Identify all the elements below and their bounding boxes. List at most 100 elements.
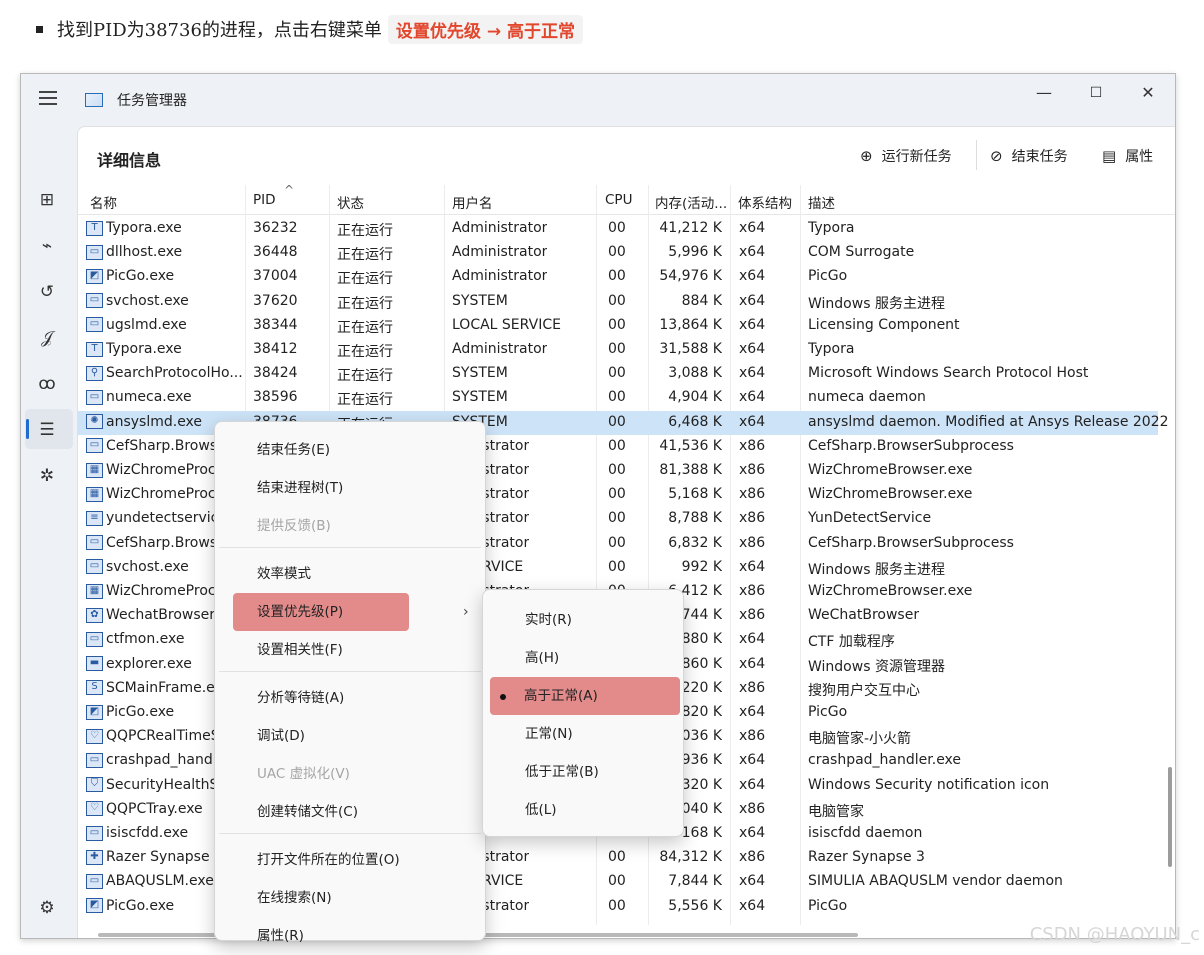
process-icon: ⚲ [86, 365, 103, 381]
cell-state: 正在运行 [337, 271, 393, 288]
cell-arch: x64 [739, 897, 766, 914]
cell-desc: SIMULIA ABAQUSLM vendor daemon [808, 873, 1063, 890]
cell-arch: x86 [739, 583, 766, 599]
column-header-pid[interactable]: PID [253, 192, 276, 208]
cell-cpu: 00 [608, 413, 626, 430]
menu-item[interactable]: 结束进程树(T) [223, 469, 477, 507]
cell-user: Administrator [452, 341, 548, 357]
priority-option[interactable]: 低于正常(B) [491, 753, 677, 791]
cell-pid: 36448 [253, 244, 298, 261]
cell-arch: x64 [739, 752, 766, 769]
cell-desc: YunDetectService [808, 510, 932, 527]
process-icon: ◩ [86, 898, 103, 914]
menu-item[interactable]: 结束任务(E) [223, 431, 477, 469]
cell-arch: x64 [739, 873, 766, 890]
table-row[interactable]: ▭ numeca.exe 38596 正在运行 SYSTEM 00 4,904 K x64 nu… [78, 386, 1158, 410]
menu-item[interactable]: 在线搜索(N) [223, 879, 477, 917]
cell-mem: 13,864 K [659, 316, 722, 333]
cell-mem: 992 K [681, 558, 722, 575]
priority-option[interactable]: 高(H) [491, 639, 677, 677]
table-row[interactable]: ▭ ugslmd.exe 38344 正在运行 LOCAL SERVICE 00 13,86… [78, 314, 1158, 338]
column-header-name[interactable]: 名称 [90, 192, 117, 212]
menu-item[interactable]: 效率模式 [223, 555, 477, 593]
vertical-scrollbar[interactable] [1168, 767, 1172, 867]
column-header-description[interactable]: 描述 [808, 192, 835, 212]
process-name: PicGo.exe [106, 704, 175, 720]
process-name: SecurityHealthSy [106, 776, 227, 793]
table-row[interactable]: ▭ svchost.exe 37620 正在运行 SYSTEM 00 884 K x64 Win… [78, 290, 1158, 314]
cell-desc: COM Surrogate [808, 244, 915, 261]
column-header-state[interactable]: 状态 [337, 192, 364, 212]
end-task-label: 结束任务 [1011, 149, 1068, 165]
cell-arch: x86 [739, 534, 766, 551]
menu-item[interactable]: 分析等待链(A) [223, 679, 477, 717]
maximize-button[interactable]: ☐ [1081, 82, 1111, 104]
cell-cpu: 00 [608, 365, 626, 382]
priority-option[interactable]: 低(L) [491, 791, 677, 829]
process-name: CefSharp.Browse [106, 437, 226, 454]
process-name: CefSharp.Browse [106, 534, 226, 551]
process-icon: ▦ [86, 486, 103, 502]
process-icon: T [86, 220, 103, 236]
table-row[interactable]: ◩ PicGo.exe 37004 正在运行 Administrator 00 54,976… [78, 265, 1158, 289]
menu-item[interactable]: 创建转储文件(C) [223, 793, 477, 831]
menu-separator [219, 547, 481, 548]
cell-mem: 31,588 K [659, 341, 722, 357]
performance-icon[interactable]: ⌁ [35, 234, 59, 258]
users-icon[interactable]: ꝏ [35, 372, 59, 396]
cell-desc: Windows 服务主进程 [808, 561, 945, 578]
process-icon: ▭ [86, 293, 103, 309]
column-header-memory[interactable]: 内存(活动... [655, 192, 727, 212]
menu-item[interactable]: 打开文件所在的位置(O) [223, 841, 477, 879]
column-header-arch[interactable]: 体系结构 [738, 192, 792, 212]
run-new-task-button[interactable]: ⊕ 运行新任务 [860, 146, 952, 166]
column-header-user[interactable]: 用户名 [452, 192, 493, 212]
cell-mem: 5,168 K [668, 486, 722, 503]
process-icon: ♡ [86, 728, 103, 744]
services-icon[interactable]: ✲ [35, 464, 59, 488]
cell-mem: 54,976 K [659, 268, 722, 285]
priority-option[interactable]: 正常(N) [491, 715, 677, 753]
cell-arch: x64 [739, 316, 766, 333]
column-header-cpu[interactable]: CPU [605, 192, 632, 208]
processes-icon[interactable]: ⊞ [35, 188, 59, 212]
menu-separator [219, 833, 481, 834]
properties-button[interactable]: ▤ 属性 [1102, 146, 1153, 166]
minimize-button[interactable]: — [1029, 82, 1059, 104]
details-icon[interactable]: ☰ [35, 418, 59, 442]
priority-option[interactable]: 实时(R) [491, 601, 677, 639]
close-button[interactable]: ✕ [1133, 82, 1163, 104]
process-icon: ▭ [86, 244, 103, 260]
cell-arch: x64 [739, 244, 766, 261]
table-row[interactable]: T Typora.exe 38412 正在运行 Administrator 00 31,58… [78, 338, 1158, 362]
cell-arch: x86 [739, 800, 766, 817]
priority-option[interactable]: 高于正常(A) [490, 677, 680, 715]
menu-item-label: 属性(R) [257, 928, 304, 944]
menu-item[interactable]: 属性(R) [223, 917, 477, 955]
menu-item[interactable]: 设置优先级(P) [233, 593, 409, 631]
hamburger-menu-icon[interactable] [39, 91, 57, 105]
cell-name: ◩ PicGo.exe [86, 268, 244, 284]
cell-arch: x64 [739, 776, 766, 793]
cell-desc: CTF 加载程序 [808, 634, 895, 651]
cell-state: 正在运行 [337, 223, 393, 239]
app-history-icon[interactable]: ↺ [35, 280, 59, 304]
settings-icon[interactable]: ⚙ [35, 896, 59, 920]
title-bar: 任务管理器 — ☐ ✕ [21, 74, 1175, 124]
process-name: numeca.exe [106, 389, 192, 406]
menu-item-label: 结束任务(E) [257, 442, 331, 458]
menu-item-label: 创建转储文件(C) [257, 804, 358, 820]
startup-apps-icon[interactable]: 𝒥 [35, 326, 59, 350]
menu-item[interactable]: 设置相关性(F) [223, 631, 477, 669]
process-icon: ▭ [86, 873, 103, 889]
table-row[interactable]: ⚲ SearchProtocolHo... 38424 正在运行 SYSTEM 00 3,0… [78, 362, 1158, 386]
table-row[interactable]: T Typora.exe 36232 正在运行 Administrator 00 41,21… [78, 217, 1158, 241]
end-task-button[interactable]: ⊘ 结束任务 [990, 146, 1068, 166]
cell-mem: 41,212 K [659, 220, 722, 236]
table-row[interactable]: ▭ dllhost.exe 36448 正在运行 Administrator 00 5,99… [78, 241, 1158, 265]
instruction-text: 找到PID为38736的进程，点击右键菜单 [57, 20, 382, 41]
menu-item[interactable]: 调试(D) [223, 717, 477, 755]
process-icon: ▭ [86, 559, 103, 575]
cell-name: ▭ dllhost.exe [86, 244, 244, 260]
cell-desc: 搜狗用户交互中心 [808, 682, 920, 699]
